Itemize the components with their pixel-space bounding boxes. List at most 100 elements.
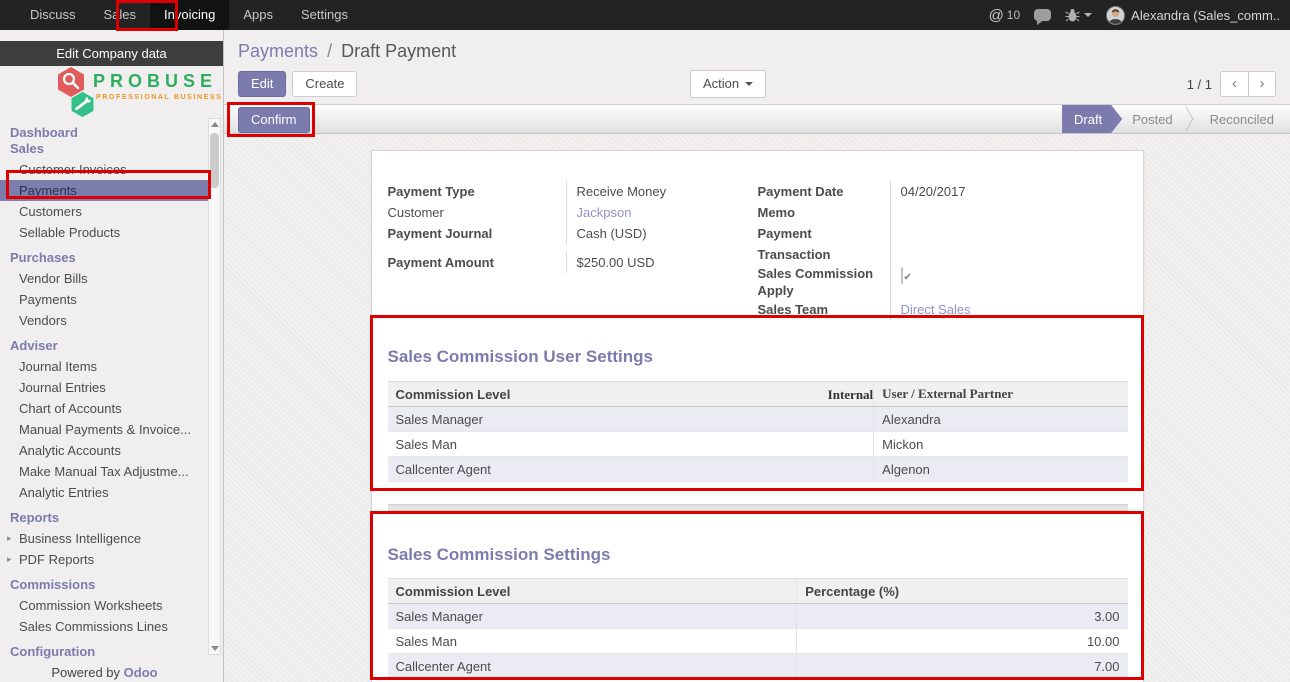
cell-commission-level: Sales Manager [388, 604, 797, 629]
sales-commission-apply-checkbox[interactable] [901, 267, 903, 284]
sidebar-section-sales[interactable]: Sales [0, 139, 223, 159]
sidebar-item-journal-items[interactable]: Journal Items [0, 356, 223, 377]
commission-settings-title: Sales Commission Settings [388, 544, 1127, 565]
breadcrumb-payments[interactable]: Payments [238, 41, 318, 61]
scroll-down-icon[interactable] [211, 646, 219, 651]
column-header-internal-user: Internal User / External Partner [874, 382, 1128, 407]
screen: Discuss Sales Invoicing Apps Settings @ … [0, 0, 1290, 682]
scroll-up-icon[interactable] [211, 122, 219, 127]
sales-team-link[interactable]: Direct Sales [901, 302, 971, 317]
payment-journal-value: Cash (USD) [566, 223, 758, 244]
activities-indicator[interactable]: @ 10 [989, 7, 1021, 24]
user-settings-section: Sales Commission User Settings Commissio… [388, 346, 1127, 511]
create-button[interactable]: Create [292, 71, 357, 97]
customer-link[interactable]: Jackpson [577, 205, 632, 220]
top-nav: Discuss Sales Invoicing Apps Settings @ … [0, 0, 1290, 30]
sidebar-section-configuration[interactable]: Configuration [0, 642, 223, 662]
nav-item-sales[interactable]: Sales [90, 0, 151, 30]
scrollbar-thumb[interactable] [210, 133, 219, 188]
chevron-down-icon [1084, 13, 1092, 21]
user-name: Alexandra (Sales_comm.. [1131, 8, 1280, 23]
sidebar-item-label: Analytic Entries [19, 485, 109, 500]
payment-transaction-label: Payment Transaction [758, 223, 890, 265]
nav-item-invoicing[interactable]: Invoicing [150, 0, 229, 30]
sidebar-item-label: Customers [19, 204, 82, 219]
table-row[interactable]: Sales Man Mickon [388, 432, 1128, 457]
sidebar-item-sellable-products[interactable]: Sellable Products [0, 222, 223, 243]
sidebar-item-business-intelligence[interactable]: ▸Business Intelligence [0, 528, 223, 549]
form-sheet: Payment Type Receive Money Customer Jack… [371, 150, 1144, 682]
commission-settings-table: Commission Level Percentage (%) Sales Ma… [388, 578, 1128, 679]
expand-arrow-icon: ▸ [7, 549, 12, 570]
nav-item-discuss[interactable]: Discuss [16, 0, 90, 30]
sidebar-item-pdf-reports[interactable]: ▸PDF Reports [0, 549, 223, 570]
payment-transaction-value [890, 223, 1127, 265]
messages-icon[interactable] [1034, 9, 1051, 21]
sidebar-item-label: Customer Invoices [19, 162, 127, 177]
breadcrumb-separator: / [323, 41, 336, 61]
breadcrumb: Payments / Draft Payment [224, 30, 1290, 64]
pager-next-button[interactable]: › [1248, 71, 1276, 97]
odoo-link[interactable]: Odoo [124, 665, 158, 680]
cell-user: Algenon [874, 457, 1128, 482]
nav-item-settings[interactable]: Settings [287, 0, 362, 30]
app-menu: Discuss Sales Invoicing Apps Settings [0, 0, 362, 30]
powered-by: Powered by Odoo [0, 665, 209, 680]
sidebar-item-journal-entries[interactable]: Journal Entries [0, 377, 223, 398]
payment-date-value: 04/20/2017 [890, 181, 1127, 202]
sidebar-item-label: Payments [19, 292, 77, 307]
sidebar-section-reports[interactable]: Reports [0, 508, 223, 528]
sidebar-item-make-manual-tax-adjustments[interactable]: Make Manual Tax Adjustme... [0, 461, 223, 482]
payment-amount-value: $250.00 USD [566, 252, 758, 273]
sidebar-item-label: Journal Entries [19, 380, 106, 395]
sales-commission-apply-label: Sales Commission Apply [758, 265, 890, 299]
chevron-down-icon [745, 82, 753, 90]
activities-count: 10 [1007, 8, 1020, 22]
sidebar-item-commission-worksheets[interactable]: Commission Worksheets [0, 595, 223, 616]
step-chevron-icon [1185, 105, 1198, 133]
action-label: Action [703, 71, 739, 97]
nav-item-apps[interactable]: Apps [229, 0, 287, 30]
sidebar-item-label: Payments [19, 183, 77, 198]
table-row[interactable]: Sales Manager 3.00 [388, 604, 1128, 629]
pager-value: 1 / 1 [1187, 77, 1212, 92]
user-menu[interactable]: Alexandra (Sales_comm.. [1106, 6, 1280, 25]
table-row[interactable]: Callcenter Agent Algenon [388, 457, 1128, 482]
debug-menu[interactable] [1065, 8, 1092, 22]
breadcrumb-current: Draft Payment [341, 41, 456, 61]
edit-company-button[interactable]: Edit Company data [0, 41, 223, 66]
sidebar-item-label: Analytic Accounts [19, 443, 121, 458]
sidebar-item-vendor-payments[interactable]: Payments [0, 289, 223, 310]
cell-percentage: 3.00 [797, 604, 1128, 629]
status-step-posted: Posted [1122, 105, 1182, 133]
sidebar-section-purchases[interactable]: Purchases [0, 248, 223, 268]
sidebar-item-manual-payments-invoices[interactable]: Manual Payments & Invoice... [0, 419, 223, 440]
sidebar-item-chart-of-accounts[interactable]: Chart of Accounts [0, 398, 223, 419]
company-logo: PROBUSE PROFESSIONAL BUSINESS [0, 66, 223, 118]
header-text: User / External Partner [882, 386, 1013, 401]
pager-previous-button[interactable]: ‹ [1220, 71, 1248, 97]
sidebar-item-analytic-accounts[interactable]: Analytic Accounts [0, 440, 223, 461]
action-dropdown[interactable]: Action [690, 70, 766, 98]
sidebar-menu: Dashboard Sales Customer Invoices Paymen… [0, 123, 223, 662]
sidebar-item-vendors[interactable]: Vendors [0, 310, 223, 331]
payment-type-label: Payment Type [388, 181, 566, 202]
form-statusbar: Confirm Draft Posted Reconciled [224, 104, 1290, 134]
sidebar-item-customer-invoices[interactable]: Customer Invoices [0, 159, 223, 180]
table-row[interactable]: Sales Manager Alexandra [388, 407, 1128, 432]
confirm-button[interactable]: Confirm [238, 107, 310, 133]
edit-button[interactable]: Edit [238, 71, 286, 97]
sidebar-item-analytic-entries[interactable]: Analytic Entries [0, 482, 223, 503]
sidebar-item-payments[interactable]: Payments [0, 180, 209, 201]
main-area: Payments / Draft Payment Edit Create Act… [224, 30, 1290, 682]
sidebar-item-customers[interactable]: Customers [0, 201, 223, 222]
table-row[interactable]: Sales Man 10.00 [388, 629, 1128, 654]
sidebar-section-adviser[interactable]: Adviser [0, 336, 223, 356]
sidebar-item-sales-commissions-lines[interactable]: Sales Commissions Lines [0, 616, 223, 637]
sidebar-scrollbar[interactable] [208, 118, 221, 655]
sidebar-section-commissions[interactable]: Commissions [0, 575, 223, 595]
table-row[interactable]: Callcenter Agent 7.00 [388, 654, 1128, 679]
at-icon: @ [989, 7, 1004, 24]
sales-team-label: Sales Team [758, 299, 890, 320]
sidebar-item-vendor-bills[interactable]: Vendor Bills [0, 268, 223, 289]
